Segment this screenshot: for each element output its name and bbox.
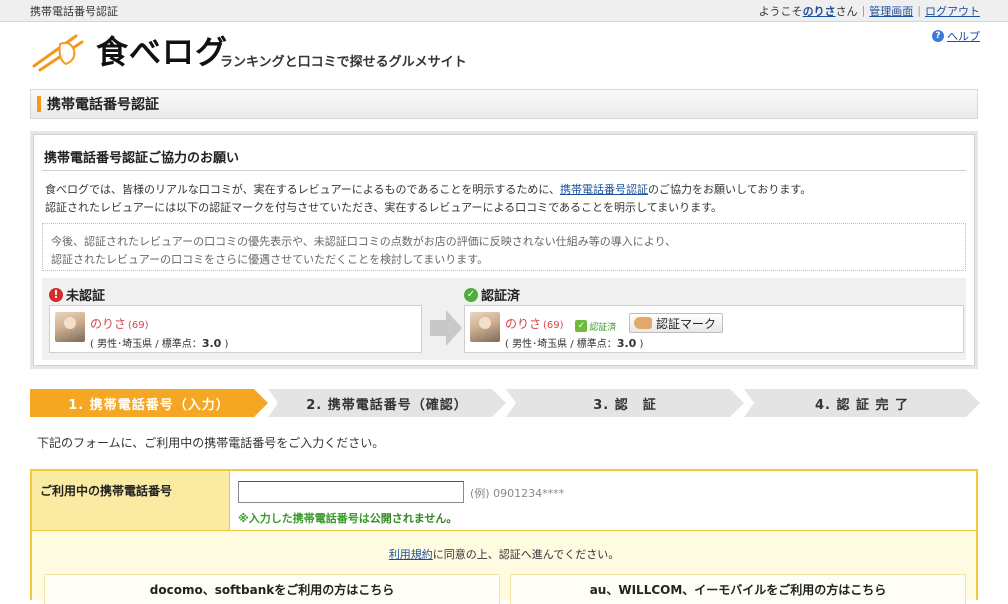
help-link-group[interactable]: ? ヘルプ	[932, 28, 980, 44]
logout-link[interactable]: ログアウト	[925, 3, 980, 19]
welcome-prefix: ようこそ	[758, 4, 803, 18]
chopsticks-logo-icon	[30, 30, 92, 72]
request-text-1: 食べログでは、皆様のリアルな口コミが、実在するレビュアーによるものであることを明…	[45, 183, 812, 196]
help-link[interactable]: ヘルプ	[947, 28, 980, 44]
reviewer-name: のりさ	[505, 317, 542, 331]
help-icon: ?	[932, 30, 944, 42]
page-title-bar: 携帯電話番号認証	[30, 89, 978, 119]
privacy-note: ※入力した携帯電話番号は公開されません。	[238, 512, 458, 525]
step-1: 1. 携帯電話番号（入力）	[30, 389, 268, 417]
divider	[42, 170, 966, 171]
phone-label: ご利用中の携帯電話番号	[32, 471, 230, 531]
avatar	[55, 312, 85, 342]
verified-badge-icon: ✓	[575, 320, 588, 332]
divider: |	[861, 4, 866, 17]
title-accent	[37, 96, 41, 112]
request-title: 携帯電話番号認証ご協力のお願い	[44, 151, 240, 166]
phone-auth-link[interactable]: 携帯電話番号認証	[560, 183, 648, 196]
note-line-1: 今後、認証されたレビュアーの口コミの優先表示や、未認証口コミの点数がお店の評価に…	[51, 235, 677, 248]
avatar	[470, 312, 500, 342]
site-logo[interactable]: 食べログ	[30, 30, 228, 72]
username-link[interactable]: のりさ	[803, 5, 836, 18]
review-count: (69)	[543, 320, 564, 331]
site-header: 食べログ ランキングと口コミで探せるグルメサイト ? ヘルプ	[0, 22, 1008, 86]
pointing-hand-icon	[634, 317, 652, 329]
reviewer-name: のりさ	[90, 317, 127, 331]
unverified-label: ! 未認証	[49, 285, 105, 304]
phone-field-cell: (例) 0901234**** ※入力した携帯電話番号は公開されません。	[230, 471, 976, 531]
request-box: 携帯電話番号認証ご協力のお願い 食べログでは、皆様のリアルな口コミが、実在するレ…	[30, 131, 978, 369]
page-title: 携帯電話番号認証	[47, 97, 159, 113]
verified-label: ✓ 認証済	[464, 285, 520, 304]
verification-mark-button[interactable]: 認証マーク	[629, 313, 724, 333]
unverified-user-card: のりさ (69) ( 男性･埼玉県 / 標準点：3.0 )	[49, 305, 422, 353]
note-line-2: 認証されたレビュアーの口コミをさらに優遇させていただくことを検討してまいります。	[51, 253, 489, 266]
verification-comparison: ! 未認証 のりさ (69) ( 男性･埼玉県 / 標準点：3.0 ) ✓ 認証…	[42, 278, 966, 360]
admin-link[interactable]: 管理画面	[869, 3, 913, 19]
step-4: 4. 認 証 完 了	[744, 389, 980, 417]
user-menu: ようこそ のりさ さん | 管理画面 | ログアウト	[759, 3, 980, 19]
tagline: ランキングと口コミで探せるグルメサイト	[220, 55, 467, 70]
step-2: 2. 携帯電話番号（確認）	[268, 389, 506, 417]
divider: |	[917, 4, 921, 17]
reviewer-info: ( 男性･埼玉県 / 標準点：3.0 )	[505, 337, 644, 350]
progress-steps: 1. 携帯電話番号（入力） 2. 携帯電話番号（確認） 3. 認 証 4. 認 …	[30, 389, 980, 417]
terms-link[interactable]: 利用規約	[389, 548, 433, 561]
page-name: 携帯電話番号認証	[30, 4, 118, 18]
review-count: (69)	[128, 320, 149, 331]
logo-wordmark: 食べログ	[96, 33, 229, 71]
reviewer-info: ( 男性･埼玉県 / 標準点：3.0 )	[90, 337, 229, 350]
terms-agreement: 利用規約に同意の上、認証へ進んでください。	[388, 548, 620, 561]
verified-user-card: のりさ (69) ✓ 認証済 認証マーク ( 男性･埼玉県 / 標準点：3.0 )	[464, 305, 964, 353]
warning-icon: !	[49, 287, 63, 302]
request-text-2: 認証されたレビュアーには以下の認証マークを付与させていただき、実在するレビュアー…	[45, 201, 723, 214]
phone-form: ご利用中の携帯電話番号 (例) 0901234**** ※入力した携帯電話番号は…	[30, 469, 978, 604]
phone-input[interactable]	[238, 481, 464, 503]
top-bar: 携帯電話番号認証 ようこそ のりさ さん | 管理画面 | ログアウト	[0, 0, 1008, 22]
phone-example: (例) 0901234****	[470, 487, 565, 500]
check-icon: ✓	[464, 287, 478, 302]
step-3: 3. 認 証	[506, 389, 744, 417]
welcome-suffix: さん	[835, 4, 858, 18]
arrow-right-icon	[430, 308, 462, 348]
verified-badge: ✓ 認証済	[575, 320, 616, 333]
form-instruction: 下記のフォームに、ご利用中の携帯電話番号をご入力ください。	[37, 436, 385, 450]
future-note: 今後、認証されたレビュアーの口コミの優先表示や、未認証口コミの点数がお店の評価に…	[42, 223, 966, 271]
